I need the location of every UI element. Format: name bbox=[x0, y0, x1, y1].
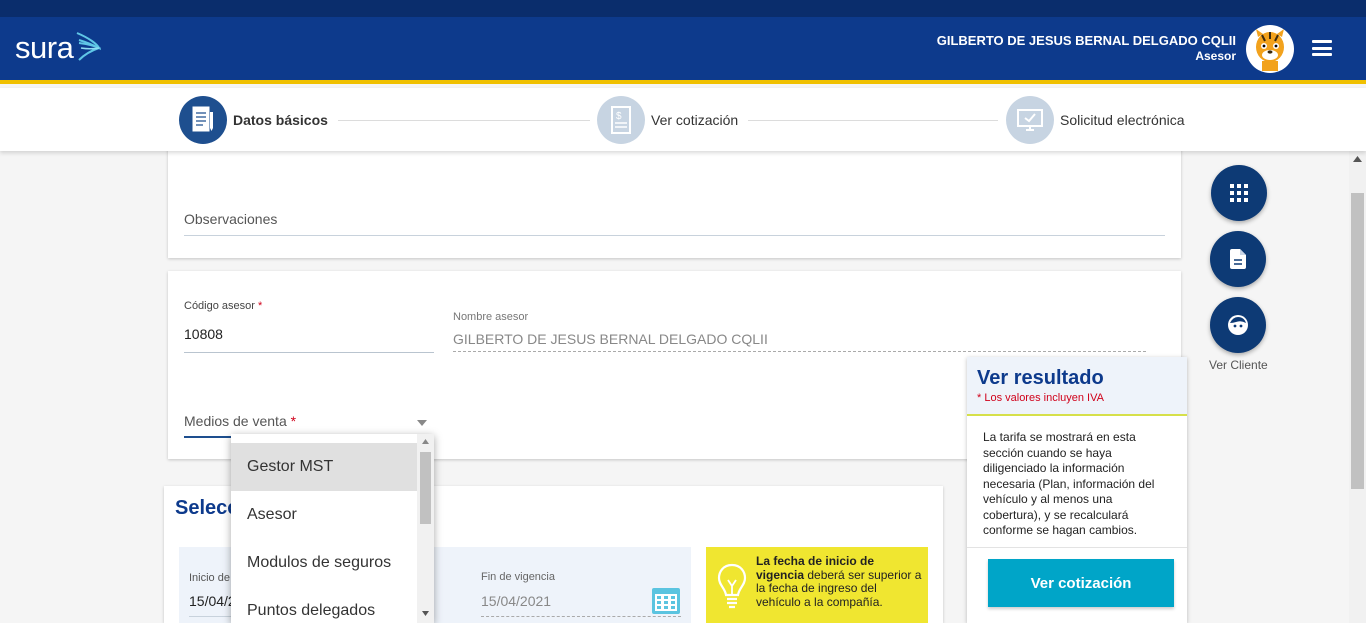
logo-swoosh-icon bbox=[76, 32, 102, 61]
observaciones-card: Observaciones bbox=[168, 140, 1181, 258]
tiger-mascot-icon bbox=[1256, 29, 1284, 71]
codigo-asesor-underline bbox=[184, 352, 434, 353]
chevron-down-icon[interactable] bbox=[417, 420, 427, 426]
fin-vigencia-label: Fin de vigencia bbox=[481, 571, 555, 583]
vigencia-notice: La fecha de inicio de vigencia deberá se… bbox=[706, 547, 928, 623]
fin-vigencia-value: 15/04/2021 bbox=[481, 593, 552, 609]
nombre-asesor-underline bbox=[453, 351, 1146, 352]
medios-venta-label: Medios de venta * bbox=[184, 413, 297, 429]
step-progress-bar: Datos básicos $ Ver cotización Solicitud… bbox=[0, 88, 1366, 151]
lightbulb-icon bbox=[717, 563, 747, 609]
observaciones-input[interactable] bbox=[184, 235, 1165, 236]
user-info: GILBERTO DE JESUS BERNAL DELGADO CQLII A… bbox=[937, 33, 1236, 63]
apps-grid-button[interactable] bbox=[1211, 165, 1267, 221]
scroll-up-arrow-icon[interactable] bbox=[422, 439, 429, 444]
customer-face-icon bbox=[1228, 315, 1248, 335]
calendar-icon[interactable] bbox=[651, 585, 681, 615]
step-datos-basicos[interactable]: Datos básicos bbox=[179, 96, 328, 144]
step-ver-cotizacion[interactable]: $ Ver cotización bbox=[597, 96, 738, 144]
vigencia-section-title: Selecc bbox=[175, 497, 239, 519]
result-header: Ver resultado * Los valores incluyen IVA bbox=[967, 357, 1187, 416]
user-name: GILBERTO DE JESUS BERNAL DELGADO CQLII bbox=[936, 33, 1236, 48]
logo-text: sura bbox=[15, 30, 74, 65]
svg-text:$: $ bbox=[616, 111, 622, 122]
nombre-asesor-label: Nombre asesor bbox=[453, 311, 529, 323]
sura-logo[interactable]: sura bbox=[15, 30, 102, 66]
vigencia-notice-text: La fecha de inicio de vigencia deberá se… bbox=[756, 554, 922, 609]
dropdown-option[interactable]: Puntos delegados bbox=[231, 587, 417, 623]
user-avatar[interactable] bbox=[1246, 25, 1294, 73]
page-scrollbar[interactable] bbox=[1349, 151, 1366, 623]
step-label: Solicitud electrónica bbox=[1060, 112, 1185, 128]
step-connector bbox=[338, 120, 590, 121]
observaciones-label: Observaciones bbox=[184, 211, 278, 227]
step-label: Ver cotización bbox=[651, 112, 739, 128]
fin-vigencia-underline bbox=[481, 616, 681, 617]
dropdown-scroll-thumb[interactable] bbox=[420, 452, 431, 524]
inicio-vigencia-label: Inicio de bbox=[189, 572, 230, 584]
inicio-vigencia-input[interactable]: 15/04/2 bbox=[189, 593, 236, 609]
apps-grid-icon bbox=[1230, 184, 1248, 202]
result-panel: Ver resultado * Los valores incluyen IVA… bbox=[967, 357, 1187, 623]
ver-cotizacion-button[interactable]: Ver cotización bbox=[988, 559, 1174, 607]
dropdown-option[interactable]: Asesor bbox=[231, 491, 417, 539]
result-iva-note: * Los valores incluyen IVA bbox=[977, 392, 1104, 404]
codigo-asesor-label: Código asesor * bbox=[184, 300, 263, 312]
user-role: Asesor bbox=[1195, 49, 1236, 63]
result-title: Ver resultado bbox=[977, 367, 1104, 389]
nombre-asesor-value: GILBERTO DE JESUS BERNAL DELGADO CQLII bbox=[453, 331, 768, 347]
dropdown-scrollbar[interactable] bbox=[417, 434, 434, 623]
scroll-down-arrow-icon[interactable] bbox=[422, 611, 429, 616]
step-solicitud-electronica[interactable]: Solicitud electrónica bbox=[1006, 96, 1185, 144]
codigo-asesor-input[interactable]: 10808 bbox=[184, 326, 223, 342]
document-icon bbox=[1230, 249, 1246, 269]
dropdown-option[interactable]: Gestor MST bbox=[231, 443, 417, 491]
step-connector bbox=[748, 120, 998, 121]
step-label: Datos básicos bbox=[233, 112, 328, 128]
document-pen-icon bbox=[179, 96, 227, 144]
scroll-up-arrow-icon[interactable] bbox=[1353, 156, 1362, 162]
dropdown-option[interactable]: Modulos de seguros bbox=[231, 539, 417, 587]
ver-cliente-button[interactable] bbox=[1210, 297, 1266, 353]
top-strip bbox=[0, 0, 1366, 17]
medios-venta-dropdown: Gestor MST Asesor Modulos de seguros Pun… bbox=[231, 434, 434, 623]
hamburger-menu-icon[interactable] bbox=[1312, 40, 1332, 56]
ver-cliente-label: Ver Cliente bbox=[1209, 358, 1268, 372]
document-button[interactable] bbox=[1210, 231, 1266, 287]
monitor-icon bbox=[1006, 96, 1054, 144]
page-scroll-thumb[interactable] bbox=[1351, 193, 1364, 489]
result-description: La tarifa se mostrará en esta sección cu… bbox=[967, 416, 1187, 548]
invoice-icon: $ bbox=[597, 96, 645, 144]
header-accent-line bbox=[0, 80, 1366, 84]
